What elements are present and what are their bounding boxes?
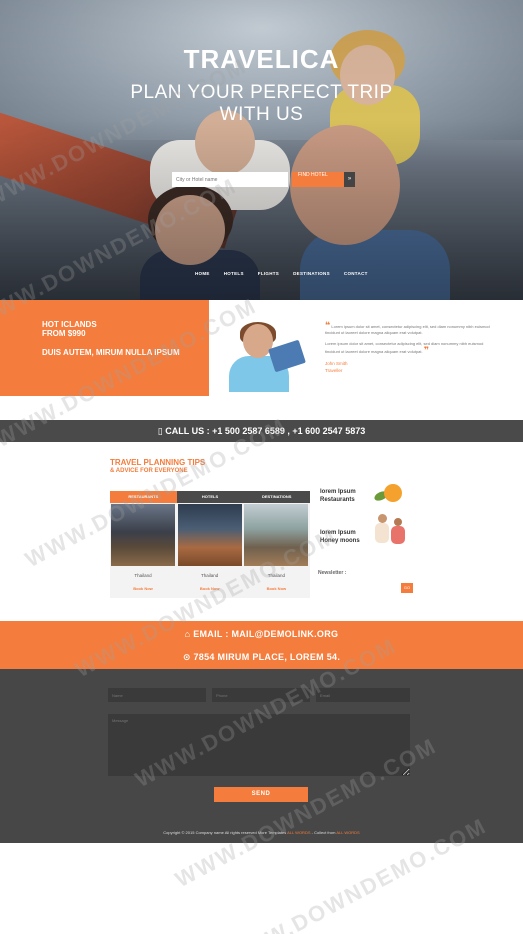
image-part (384, 484, 402, 502)
nav-contact[interactable]: CONTACT (344, 271, 368, 276)
tip-card: Thailand Book Now (110, 503, 177, 598)
newsletter-input[interactable] (318, 583, 400, 593)
find-hotel-button[interactable]: FIND HOTEL (292, 172, 344, 187)
main-nav: HOME HOTELS FLIGHTS DESTINATIONS CONTACT (195, 271, 368, 276)
tip-card-name: Thailand (134, 573, 152, 578)
testimonial-author: John Smith Traveller (325, 360, 348, 374)
testimonial-photo (229, 322, 309, 392)
offer-subtitle: DUIS AUTEM, MIRUM NULLA IPSUM (42, 348, 180, 357)
testimonial-panel: ❝ Lorem ipsum dolor sit amet, consectetu… (209, 300, 523, 396)
hotel-search-input[interactable] (172, 172, 288, 187)
call-us-bar: ▯ CALL US : +1 500 2587 6589 , +1 600 25… (0, 420, 523, 442)
newsletter-label: Newsletter : (318, 570, 347, 576)
nav-destinations[interactable]: DESTINATIONS (293, 271, 330, 276)
tab-restaurants[interactable]: RESTAURANTS (110, 491, 177, 503)
email-field[interactable] (316, 688, 410, 702)
side-item-subtitle: Honey moons (320, 538, 360, 544)
tip-card-name: Thailand (267, 573, 285, 578)
tip-card: Thailand Book Now (243, 503, 310, 598)
collect-label: - Collect from (311, 830, 336, 835)
image-part (375, 523, 389, 543)
copyright-text: Copyright © 2015 Company name All rights… (0, 830, 523, 835)
side-item-subtitle: Restaurants (320, 497, 355, 503)
couple-image (372, 512, 412, 544)
side-item-title: lorem Ipsum (320, 489, 356, 495)
contact-email[interactable]: ⌂ EMAIL : MAIL@DEMOLINK.ORG (0, 629, 523, 639)
tip-card-image[interactable] (244, 504, 309, 566)
contact-info-bar: ⌂ EMAIL : MAIL@DEMOLINK.ORG ⊙ 7854 MIRUM… (0, 621, 523, 669)
nav-flights[interactable]: FLIGHTS (258, 271, 279, 276)
tab-destinations[interactable]: DESTINATIONS (243, 491, 311, 503)
author-name: John Smith (325, 361, 348, 366)
site-logo[interactable]: TRAVELICA (0, 44, 523, 75)
photo-part (268, 339, 306, 373)
side-item-restaurants[interactable]: lorem Ipsum Restaurants (320, 488, 356, 504)
hero-banner: TRAVELICA PLAN YOUR PERFECT TRIP WITH US… (0, 0, 523, 300)
quote-text-2: Lorem ipsum dolor sit amet, consectetur … (325, 341, 484, 354)
open-quote-icon: ❝ (325, 320, 331, 330)
phone-field[interactable] (212, 688, 310, 702)
tagline-line-2: WITH US (219, 104, 304, 125)
tips-tabs: RESTAURANTS HOTELS DESTINATIONS (110, 491, 311, 503)
tips-subtitle: & ADVICE FOR EVERYONE (110, 468, 188, 474)
tips-card-grid: Thailand Book Now Thailand Book Now Thai… (110, 503, 310, 598)
side-item-title: lorem Ipsum (320, 530, 356, 536)
author-role: Traveller (325, 368, 343, 373)
collect-link[interactable]: ALL WORDS (336, 830, 359, 835)
copyright-label: Copyright © 2015 Company name All rights… (163, 830, 287, 835)
tips-title: TRAVEL PLANNING TIPS (110, 458, 206, 467)
quote-text-1: Lorem ipsum dolor sit amet, consectetur … (325, 324, 490, 335)
tip-card-name: Thailand (201, 573, 219, 578)
tip-card-image[interactable] (111, 504, 175, 566)
nav-hotels[interactable]: HOTELS (224, 271, 244, 276)
tip-card-image[interactable] (177, 504, 242, 566)
contact-form: SEND Copyright © 2015 Company name All r… (0, 669, 523, 843)
newsletter-submit-button[interactable]: GO (401, 583, 413, 593)
image-part (378, 514, 387, 523)
send-button[interactable]: SEND (214, 787, 308, 802)
offer-panel[interactable]: HOT ICLANDS FROM $990 DUIS AUTEM, MIRUM … (0, 300, 209, 396)
tip-card: Thailand Book Now (177, 503, 244, 598)
offer-price: FROM $990 (42, 329, 86, 338)
tab-hotels[interactable]: HOTELS (176, 491, 244, 503)
image-part (391, 526, 405, 544)
fruit-image (370, 480, 410, 512)
image-part (394, 518, 402, 526)
close-quote-icon: ❞ (423, 345, 430, 355)
contact-address: ⊙ 7854 MIRUM PLACE, LOREM 54. (182, 652, 341, 662)
book-now-link[interactable]: Book Now (243, 586, 309, 591)
name-field[interactable] (108, 688, 206, 702)
book-now-link[interactable]: Book Now (177, 586, 243, 591)
side-item-honeymoons[interactable]: lorem Ipsum Honey moons (320, 529, 360, 545)
offer-line-1: HOT ICLANDS (42, 320, 97, 329)
testimonial-quote: ❝ Lorem ipsum dolor sit amet, consectetu… (325, 320, 495, 360)
tagline-line-1: PLAN YOUR PERFECT TRIP (130, 82, 393, 103)
book-now-link[interactable]: Book Now (110, 586, 176, 591)
search-go-button[interactable]: » (344, 172, 355, 187)
nav-home[interactable]: HOME (195, 271, 210, 276)
message-field[interactable] (108, 714, 410, 776)
templates-link[interactable]: ALL WORDS (287, 830, 310, 835)
hero-tagline: PLAN YOUR PERFECT TRIP WITH US (0, 82, 523, 126)
offer-title: HOT ICLANDS FROM $990 (42, 320, 97, 338)
